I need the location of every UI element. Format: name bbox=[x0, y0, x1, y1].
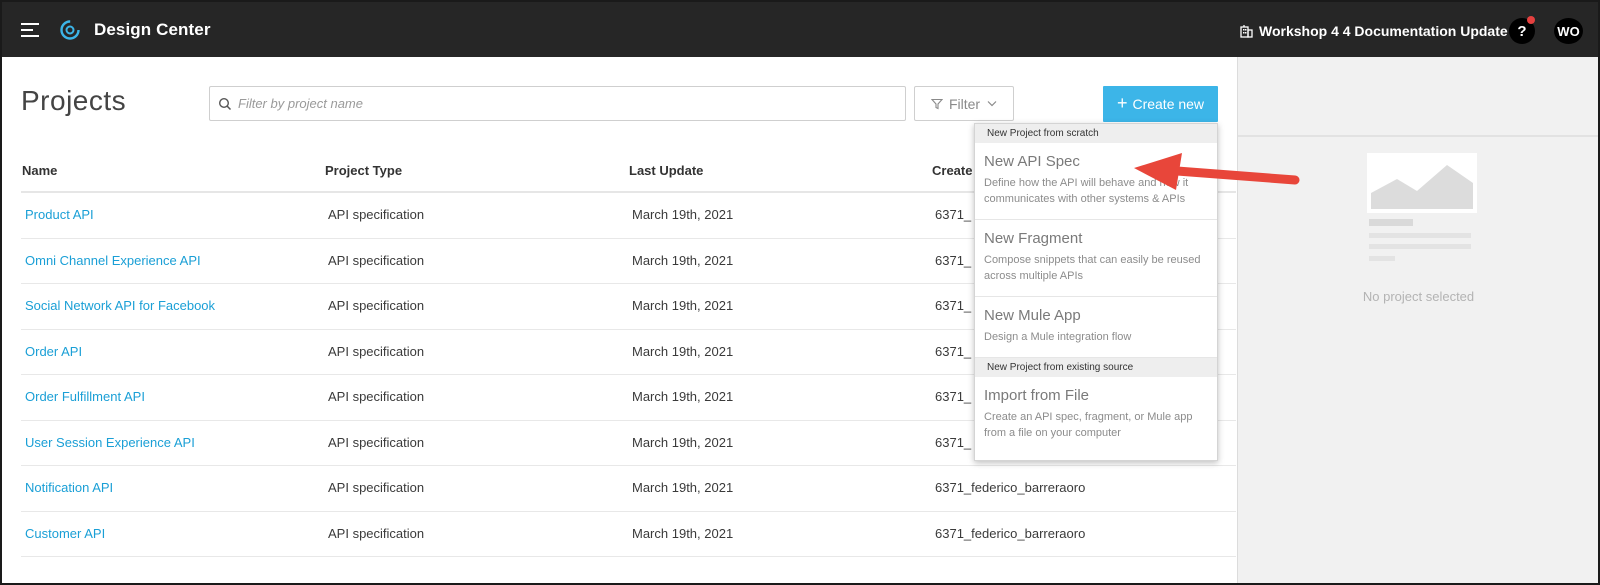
last-update: March 19th, 2021 bbox=[632, 298, 734, 313]
menu-section-header-existing: New Project from existing source bbox=[975, 358, 1217, 377]
project-name-link[interactable]: Social Network API for Facebook bbox=[25, 298, 215, 313]
filter-label: Filter bbox=[948, 95, 981, 112]
project-type: API specification bbox=[328, 389, 425, 404]
project-name-link[interactable]: Customer API bbox=[25, 526, 105, 541]
project-type: API specification bbox=[328, 252, 425, 268]
column-header-last-update[interactable]: Last Update bbox=[629, 163, 703, 178]
table-row[interactable]: Notification API API specification March… bbox=[21, 466, 1236, 512]
search-input[interactable] bbox=[238, 88, 898, 119]
search-icon bbox=[218, 97, 232, 111]
created-by: 6371_federico_barreraoro bbox=[935, 525, 1086, 541]
created-by: 6371_ bbox=[935, 252, 972, 268]
project-name-link[interactable]: User Session Experience API bbox=[25, 435, 195, 450]
project-details-panel: No project selected bbox=[1237, 57, 1598, 583]
project-type: API specification bbox=[328, 343, 425, 359]
menu-item-new-mule-app[interactable]: New Mule App Design a Mule integration f… bbox=[975, 297, 1217, 358]
created-by: 6371_ bbox=[935, 343, 972, 359]
created-by: 6371_ bbox=[935, 207, 972, 222]
red-arrow-icon bbox=[1134, 153, 1300, 190]
plus-icon: + bbox=[1116, 92, 1128, 113]
filter-button[interactable]: Filter bbox=[914, 86, 1014, 121]
last-update: March 19th, 2021 bbox=[632, 252, 734, 268]
design-center-logo-icon[interactable] bbox=[58, 19, 82, 41]
funnel-icon bbox=[930, 98, 943, 109]
user-avatar[interactable]: WO bbox=[1554, 18, 1583, 44]
last-update: March 19th, 2021 bbox=[632, 525, 734, 541]
app-title[interactable]: Design Center bbox=[94, 20, 211, 40]
last-update: March 19th, 2021 bbox=[632, 480, 734, 495]
project-name-link[interactable]: Omni Channel Experience API bbox=[25, 253, 201, 268]
created-by: 6371_ bbox=[935, 434, 972, 450]
created-by: 6371_federico_barreraoro bbox=[935, 480, 1086, 495]
last-update: March 19th, 2021 bbox=[632, 434, 734, 450]
create-new-label: Create new bbox=[1132, 96, 1205, 112]
project-type: API specification bbox=[328, 298, 425, 313]
table-row[interactable]: Customer API API specification March 19t… bbox=[21, 512, 1236, 557]
last-update: March 19th, 2021 bbox=[632, 207, 734, 222]
menu-item-import-from-file[interactable]: Import from File Create an API spec, fra… bbox=[975, 377, 1217, 459]
menu-item-description: Design a Mule integration flow bbox=[984, 331, 1132, 343]
project-type: API specification bbox=[328, 434, 425, 450]
menu-item-description: Create an API spec, fragment, or Mule ap… bbox=[984, 411, 1193, 439]
last-update: March 19th, 2021 bbox=[632, 343, 734, 359]
hamburger-menu-icon[interactable] bbox=[21, 23, 39, 37]
empty-state-text: No project selected bbox=[1362, 289, 1475, 304]
search-field[interactable] bbox=[209, 86, 906, 121]
business-group-switcher[interactable]: Workshop 4 4 Documentation Update bbox=[1240, 22, 1508, 40]
menu-section-header-scratch: New Project from scratch bbox=[975, 124, 1217, 143]
project-type: API specification bbox=[328, 480, 425, 495]
project-name-link[interactable]: Order API bbox=[25, 344, 82, 359]
project-type: API specification bbox=[328, 525, 425, 541]
menu-item-title: Import from File bbox=[984, 387, 1090, 404]
building-icon bbox=[1240, 25, 1253, 38]
panel-divider bbox=[1238, 135, 1598, 137]
chart-placeholder-icon bbox=[1367, 153, 1477, 261]
last-update: March 19th, 2021 bbox=[632, 389, 734, 404]
project-name-link[interactable]: Product API bbox=[25, 207, 94, 222]
top-navigation-bar: Design Center Workshop 4 4 Documentation… bbox=[2, 2, 1598, 57]
project-name-link[interactable]: Order Fulfillment API bbox=[25, 389, 145, 404]
created-by: 6371_ bbox=[935, 389, 972, 404]
column-header-created-by[interactable]: Create bbox=[932, 163, 972, 178]
create-new-button[interactable]: + Create new bbox=[1103, 86, 1218, 122]
menu-item-new-fragment[interactable]: New Fragment Compose snippets that can e… bbox=[975, 220, 1217, 297]
business-group-name: Workshop 4 4 Documentation Update bbox=[1259, 23, 1508, 39]
app-window: Design Center Workshop 4 4 Documentation… bbox=[0, 0, 1600, 585]
column-header-name[interactable]: Name bbox=[22, 163, 57, 178]
menu-item-title: New Mule App bbox=[984, 307, 1081, 324]
menu-item-description: Compose snippets that can easily be reus… bbox=[984, 254, 1201, 282]
project-type: API specification bbox=[328, 207, 425, 222]
menu-item-title: New Fragment bbox=[984, 230, 1083, 247]
project-name-link[interactable]: Notification API bbox=[25, 480, 113, 495]
notification-dot bbox=[1527, 16, 1535, 24]
chevron-down-icon bbox=[987, 101, 997, 107]
page-title: Projects bbox=[21, 85, 127, 116]
created-by: 6371_ bbox=[935, 298, 972, 313]
column-header-project-type[interactable]: Project Type bbox=[325, 163, 402, 178]
